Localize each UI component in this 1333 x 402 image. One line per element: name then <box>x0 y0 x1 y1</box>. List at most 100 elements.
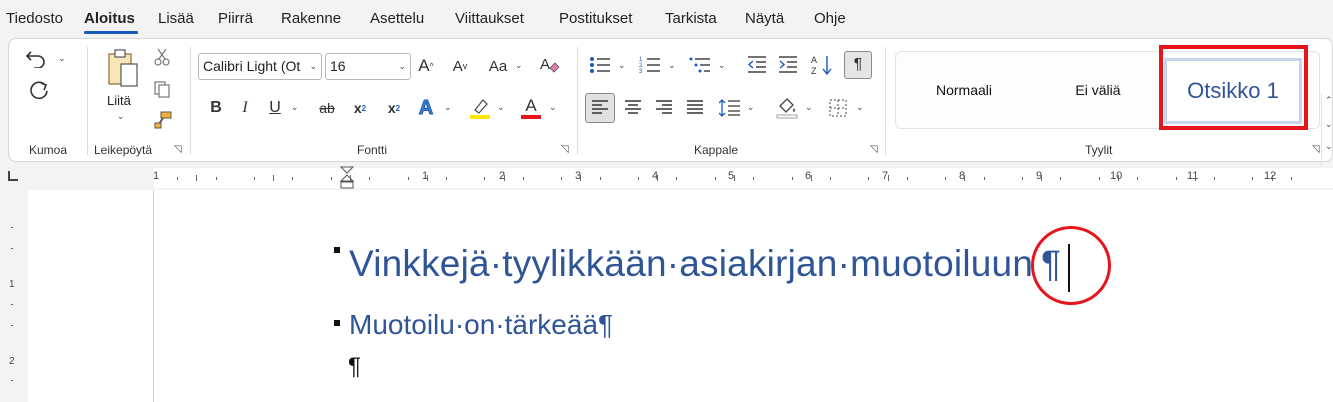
undo-button[interactable] <box>23 45 49 71</box>
vertical-ruler[interactable]: 1 2 <box>0 190 28 402</box>
strikethrough-button[interactable]: ab <box>315 97 339 119</box>
tab-file[interactable]: Tiedosto <box>6 10 63 27</box>
style-normal[interactable]: Normaali <box>896 52 1032 128</box>
ruler-tick <box>638 177 639 180</box>
gallery-more-icon[interactable]: ⌄ <box>1325 141 1333 152</box>
multilevel-list-dropdown-icon[interactable]: ⌄ <box>718 60 726 71</box>
font-name-select[interactable]: Calibri Light (Ot ⌄ <box>198 53 322 80</box>
ruler-tick <box>11 380 13 381</box>
scroll-down-icon[interactable]: ⌄ <box>1325 119 1333 130</box>
font-size-value: 16 <box>330 58 346 74</box>
bold-button[interactable]: B <box>206 97 226 119</box>
decrease-indent-icon <box>747 56 766 73</box>
ruler-tick <box>1060 177 1062 180</box>
ruler-tick <box>561 177 563 180</box>
cut-button[interactable] <box>152 47 172 67</box>
tab-draw[interactable]: Piirrä <box>218 10 253 27</box>
format-painter-button[interactable] <box>152 109 174 131</box>
paste-label[interactable]: Liitä <box>107 93 131 108</box>
chevron-down-icon: ⌄ <box>398 61 406 71</box>
document-heading-1[interactable]: Vinkkejä·tyylikkään·asiakirjan·muotoiluu… <box>349 243 1061 285</box>
tab-references[interactable]: Viittaukset <box>455 10 524 27</box>
indent-marker[interactable] <box>340 166 354 190</box>
ruler-tick <box>522 177 524 180</box>
borders-dropdown-icon[interactable]: ⌄ <box>856 102 864 113</box>
font-size-select[interactable]: 16 ⌄ <box>325 53 411 80</box>
text-effects-button[interactable]: A <box>414 95 438 121</box>
align-left-button[interactable] <box>585 93 615 123</box>
show-formatting-marks-button[interactable]: ¶ <box>844 51 872 79</box>
tab-mailings[interactable]: Postitukset <box>559 10 632 27</box>
shading-dropdown-icon[interactable]: ⌄ <box>805 102 813 113</box>
font-color-swatch <box>521 115 541 119</box>
justify-button[interactable] <box>682 95 708 121</box>
font-color-button[interactable]: A <box>519 95 543 121</box>
empty-paragraph[interactable]: ¶ <box>348 353 361 381</box>
paragraph-launcher-icon[interactable]: ◹ <box>870 145 881 156</box>
copy-button[interactable] <box>152 79 172 99</box>
underline-dropdown-icon[interactable]: ⌄ <box>291 102 299 113</box>
decrease-indent-button[interactable] <box>745 53 769 77</box>
increase-indent-button[interactable] <box>776 53 800 77</box>
align-right-icon <box>656 100 672 114</box>
tab-view[interactable]: Näytä <box>745 10 784 27</box>
sort-button[interactable]: AZ <box>810 53 834 77</box>
tab-review[interactable]: Tarkista <box>665 10 717 27</box>
font-color-dropdown-icon[interactable]: ⌄ <box>549 102 557 113</box>
numbering-dropdown-icon[interactable]: ⌄ <box>668 60 676 71</box>
scroll-up-icon[interactable]: ⌃ <box>1325 95 1333 106</box>
document-heading-2[interactable]: Muotoilu·on·tärkeää¶ <box>349 309 613 341</box>
change-case-button[interactable]: Aa <box>483 55 513 77</box>
ruler-tick <box>810 175 812 181</box>
style-no-spacing[interactable]: Ei väliä <box>1032 52 1164 128</box>
tab-home[interactable]: Aloitus <box>84 10 135 27</box>
horizontal-ruler[interactable]: 1 2 1 2 3 4 5 6 7 8 9 10 11 12 <box>153 166 1333 190</box>
text-effects-dropdown-icon[interactable]: ⌄ <box>444 102 452 113</box>
tab-stop-selector[interactable] <box>8 171 18 181</box>
highlight-dropdown-icon[interactable]: ⌄ <box>497 102 505 113</box>
separator <box>885 47 886 155</box>
borders-button[interactable] <box>825 95 851 121</box>
bullets-dropdown-icon[interactable]: ⌄ <box>618 60 626 71</box>
svg-text:3: 3 <box>639 69 643 75</box>
paint-bucket-icon <box>776 98 798 119</box>
align-center-button[interactable] <box>620 95 646 121</box>
shrink-font-button[interactable]: Av <box>449 55 471 77</box>
clear-formatting-button[interactable]: A <box>537 53 561 77</box>
italic-icon: I <box>242 99 248 116</box>
ruler-tick <box>177 177 179 180</box>
ruler-tick <box>350 175 351 181</box>
clipboard-launcher-icon[interactable]: ◹ <box>174 145 185 156</box>
subscript-button[interactable]: x2 <box>349 97 371 119</box>
styles-launcher-icon[interactable]: ◹ <box>1312 145 1323 156</box>
ribbon: ⌄ Kumoa Liitä ⌄ Leikepöytä ◹ Calibri Lig… <box>8 38 1333 165</box>
tab-insert[interactable]: Lisää <box>158 10 194 27</box>
underline-button[interactable]: U <box>265 97 285 119</box>
multilevel-list-button[interactable] <box>687 53 713 77</box>
ruler-tick <box>906 177 908 180</box>
highlight-button[interactable] <box>468 95 492 121</box>
superscript-button[interactable]: x2 <box>383 97 405 119</box>
bullets-button[interactable] <box>587 53 613 77</box>
tab-help[interactable]: Ohje <box>814 10 846 27</box>
redo-button[interactable] <box>25 77 53 105</box>
font-launcher-icon[interactable]: ◹ <box>561 145 572 156</box>
ruler-tick <box>734 175 735 181</box>
line-spacing-button[interactable] <box>717 95 743 121</box>
grow-font-button[interactable]: A ^ <box>415 55 437 77</box>
tab-layout[interactable]: Asettelu <box>370 10 424 27</box>
align-right-button[interactable] <box>651 95 677 121</box>
line-spacing-dropdown-icon[interactable]: ⌄ <box>747 102 755 113</box>
tab-design[interactable]: Rakenne <box>281 10 341 27</box>
undo-dropdown-icon[interactable]: ⌄ <box>58 53 66 64</box>
document-page[interactable] <box>153 190 1333 402</box>
ruler-tick <box>791 177 793 180</box>
font-color-icon: A <box>525 96 537 115</box>
paste-button[interactable] <box>103 47 143 89</box>
paste-dropdown-icon[interactable]: ⌄ <box>117 111 125 122</box>
italic-button[interactable]: I <box>235 97 255 119</box>
shading-button[interactable] <box>774 95 800 121</box>
numbering-button[interactable]: 123 <box>637 53 663 77</box>
ruler-tick <box>11 248 13 249</box>
change-case-dropdown-icon[interactable]: ⌄ <box>515 60 523 71</box>
